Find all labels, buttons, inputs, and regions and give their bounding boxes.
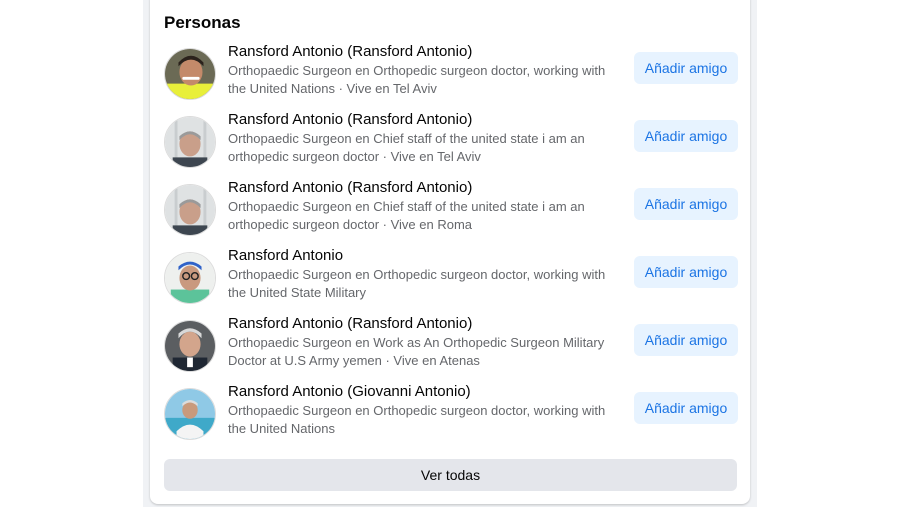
person-name[interactable]: Ransford Antonio [228,246,648,265]
description-line: Orthopaedic Surgeon en Chief staff of th… [228,199,585,214]
description-line: the United State Military [228,285,367,300]
person-row: Ransford Antonio (Ransford Antonio) Orth… [164,110,738,170]
person-row: Ransford Antonio (Ransford Antonio) Orth… [164,178,738,238]
description-line: orthopedic surgeon doctor · Vive en Tel … [228,149,481,164]
avatar[interactable] [164,388,216,440]
description-line: Orthopaedic Surgeon en Orthopedic surgeo… [228,63,606,78]
section-title: Personas [164,13,241,32]
profile-photo-icon [165,253,215,303]
add-friend-button[interactable]: Añadir amigo [634,392,738,424]
description-line: Doctor at U.S Army yemen · Vive en Atena… [228,353,480,368]
description-line: Orthopaedic Surgeon en Orthopedic surgeo… [228,267,606,282]
description-line: Orthopaedic Surgeon en Work as An Orthop… [228,335,605,350]
add-friend-button[interactable]: Añadir amigo [634,52,738,84]
person-description: Orthopaedic Surgeon en Chief staff of th… [228,130,628,166]
see-all-button[interactable]: Ver todas [164,459,737,491]
avatar[interactable] [164,320,216,372]
person-name[interactable]: Ransford Antonio (Ransford Antonio) [228,178,648,197]
avatar[interactable] [164,48,216,100]
description-line: the United Nations · Vive en Tel Aviv [228,81,437,96]
avatar[interactable] [164,184,216,236]
person-row: Ransford Antonio (Giovanni Antonio) Orth… [164,382,738,442]
people-results-card: Personas Ransford Antonio (Ransford Anto… [150,0,750,504]
profile-photo-icon [165,117,215,167]
person-row: Ransford Antonio (Ransford Antonio) Orth… [164,42,738,102]
profile-photo-icon [165,389,215,439]
person-name[interactable]: Ransford Antonio (Ransford Antonio) [228,110,648,129]
person-description: Orthopaedic Surgeon en Orthopedic surgeo… [228,266,628,302]
avatar[interactable] [164,252,216,304]
description-line: orthopedic surgeon doctor · Vive en Roma [228,217,473,232]
person-row: Ransford Antonio (Ransford Antonio) Orth… [164,314,738,374]
person-description: Orthopaedic Surgeon en Chief staff of th… [228,198,628,234]
add-friend-button[interactable]: Añadir amigo [634,120,738,152]
description-line: the United Nations [228,421,335,436]
person-description: Orthopaedic Surgeon en Orthopedic surgeo… [228,402,628,438]
person-description: Orthopaedic Surgeon en Orthopedic surgeo… [228,62,628,98]
person-name[interactable]: Ransford Antonio (Giovanni Antonio) [228,382,648,401]
add-friend-button[interactable]: Añadir amigo [634,188,738,220]
person-row: Ransford Antonio Orthopaedic Surgeon en … [164,246,738,306]
person-name[interactable]: Ransford Antonio (Ransford Antonio) [228,314,648,333]
profile-photo-icon [165,321,215,371]
person-description: Orthopaedic Surgeon en Work as An Orthop… [228,334,628,370]
profile-photo-icon [165,185,215,235]
add-friend-button[interactable]: Añadir amigo [634,256,738,288]
profile-photo-icon [165,49,215,99]
description-line: Orthopaedic Surgeon en Orthopedic surgeo… [228,403,606,418]
description-line: Orthopaedic Surgeon en Chief staff of th… [228,131,585,146]
add-friend-button[interactable]: Añadir amigo [634,324,738,356]
person-name[interactable]: Ransford Antonio (Ransford Antonio) [228,42,648,61]
avatar[interactable] [164,116,216,168]
